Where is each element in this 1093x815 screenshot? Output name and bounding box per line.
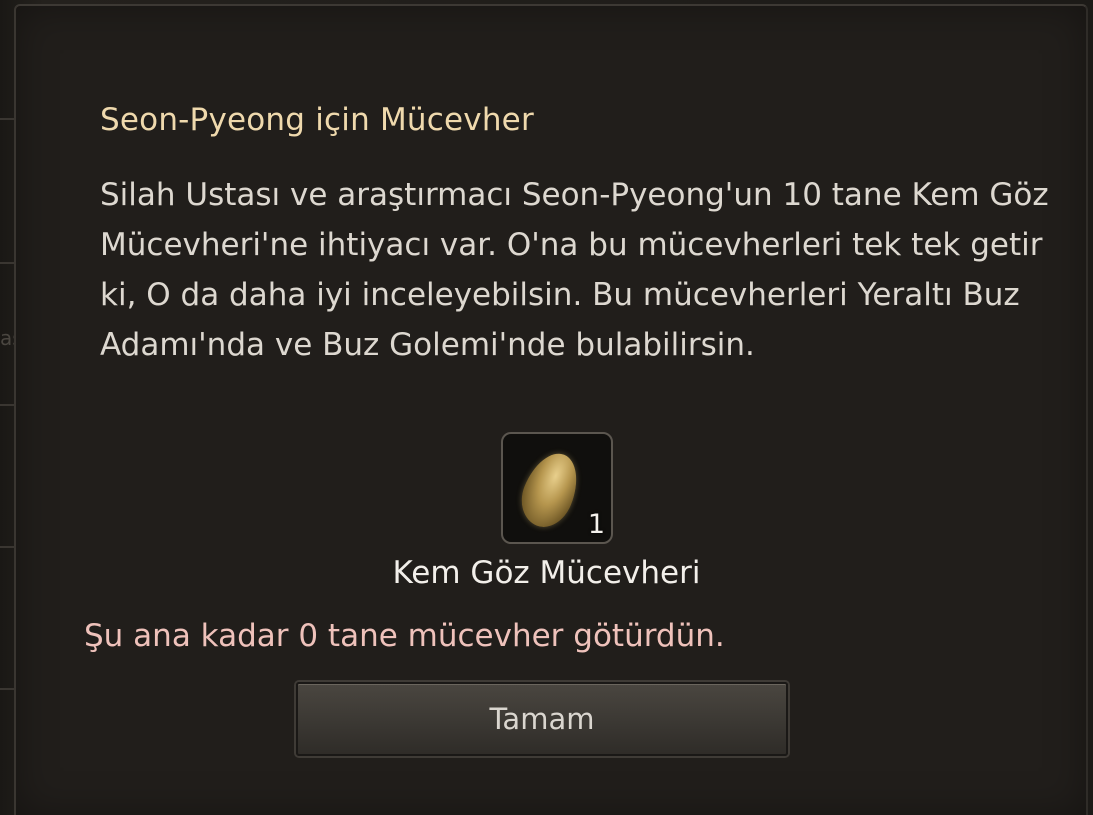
quest-progress: Şu ana kadar 0 tane mücevher götürdün. <box>84 618 725 654</box>
item-quantity: 1 <box>587 509 605 540</box>
reward-item-slot[interactable]: 1 <box>501 432 613 544</box>
quest-description: Silah Ustası ve araştırmacı Seon-Pyeong'… <box>100 177 1049 363</box>
quest-title: Seon-Pyeong için Mücevher <box>100 102 534 138</box>
item-name: Kem Göz Mücevheri <box>392 555 701 591</box>
gem-icon <box>512 445 588 535</box>
ok-button[interactable]: Tamam <box>296 682 788 756</box>
